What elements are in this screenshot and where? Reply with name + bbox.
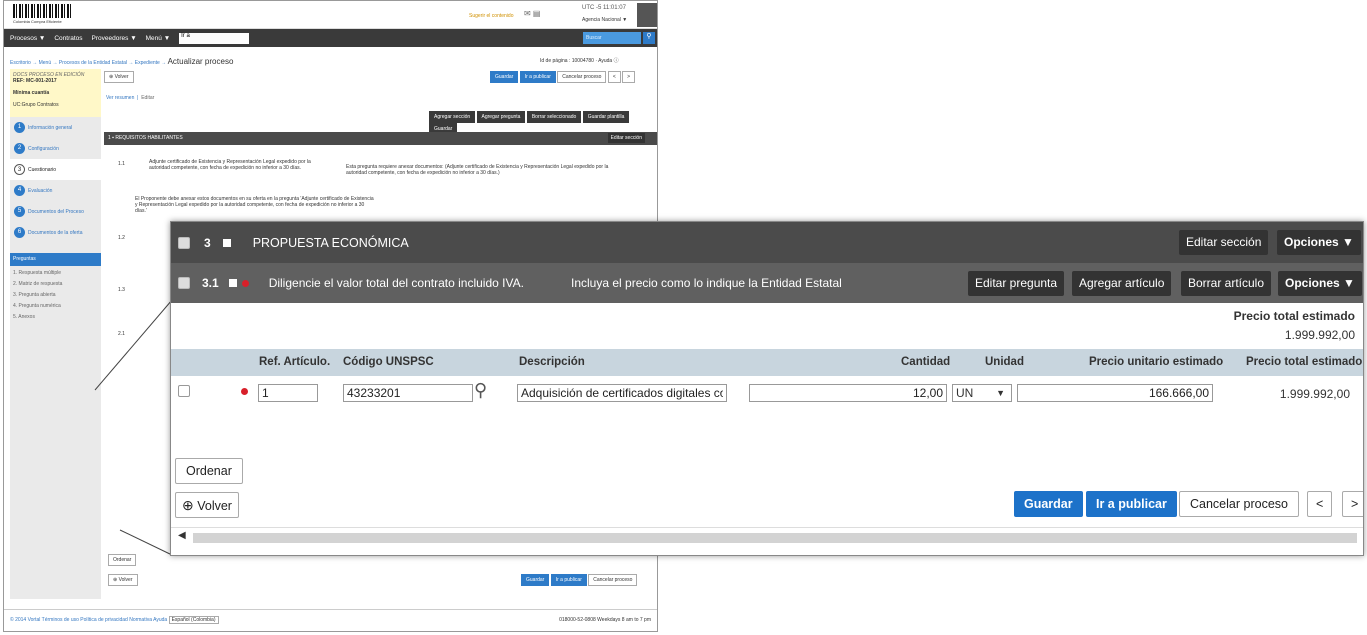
delete-article-button[interactable]: Borrar artículo [1181, 271, 1272, 296]
collapse-icon[interactable] [222, 238, 231, 247]
col-desc: Descripción [519, 356, 585, 368]
unit-select[interactable]: UN ▼ [952, 384, 1012, 402]
back-button[interactable]: ⊕ Volver [175, 492, 239, 518]
publish-button[interactable]: Ir a publicar [1086, 491, 1177, 517]
required-dot-icon [241, 279, 249, 287]
col-unidad: Unidad [985, 356, 1024, 368]
order-button[interactable]: Ordenar [175, 458, 243, 484]
section-checkbox[interactable] [178, 236, 190, 249]
next-button[interactable]: > [1342, 491, 1363, 517]
collapse-icon[interactable] [228, 279, 237, 287]
prev-button[interactable]: < [1307, 491, 1333, 517]
ref-article-input[interactable] [258, 384, 318, 402]
scrollbar-thumb[interactable] [193, 533, 1357, 543]
question-number: 3.1 [202, 276, 219, 290]
col-ref: Ref. Artículo. [259, 356, 331, 368]
back-circle-icon: ⊕ [182, 497, 194, 513]
section-options-button[interactable]: Opciones ▼ [1277, 230, 1361, 255]
col-total-price: Precio total estimado [1246, 356, 1363, 368]
add-article-button[interactable]: Agregar artículo [1072, 271, 1172, 296]
question-checkbox[interactable] [178, 277, 190, 289]
total-label: Precio total estimado [1233, 309, 1355, 323]
question-title: Diligencie el valor total del contrato i… [268, 276, 524, 290]
question-options-button[interactable]: Opciones ▼ [1278, 271, 1362, 296]
chevron-down-icon: ▼ [996, 388, 1005, 398]
zoom-panel: 3 PROPUESTA ECONÓMICA Editar sección Opc… [170, 221, 1364, 556]
quantity-input[interactable] [749, 384, 947, 402]
row-checkbox[interactable] [178, 385, 190, 397]
table-header: Ref. Artículo. Código UNSPSC Descripción… [171, 349, 1363, 376]
description-input[interactable] [517, 384, 727, 402]
unspsc-input[interactable] [343, 384, 473, 402]
scroll-left-icon[interactable]: ◀ [178, 530, 186, 541]
search-icon[interactable]: ⚲ [474, 380, 487, 401]
col-unit-price: Precio unitario estimado [1089, 356, 1224, 368]
cancel-process-button[interactable]: Cancelar proceso [1179, 491, 1299, 517]
section-number: 3 [204, 235, 211, 250]
section-header: 3 PROPUESTA ECONÓMICA Editar sección Opc… [171, 222, 1363, 263]
row-total-price: 1.999.992,00 [1279, 387, 1350, 401]
save-button[interactable]: Guardar [1014, 491, 1083, 517]
horizontal-scrollbar[interactable]: ◀ [171, 527, 1363, 545]
question-header: 3.1 Diligencie el valor total del contra… [171, 263, 1363, 303]
section-title: PROPUESTA ECONÓMICA [252, 235, 409, 250]
edit-question-button[interactable]: Editar pregunta [968, 271, 1065, 296]
required-dot-icon [241, 388, 248, 395]
question-hint: Incluya el precio como lo indique la Ent… [571, 276, 842, 290]
edit-section-button[interactable]: Editar sección [1179, 230, 1269, 255]
unit-price-input[interactable] [1017, 384, 1213, 402]
col-unspsc: Código UNSPSC [343, 356, 434, 368]
total-value: 1.999.992,00 [1284, 328, 1355, 342]
col-cantidad: Cantidad [901, 356, 951, 368]
